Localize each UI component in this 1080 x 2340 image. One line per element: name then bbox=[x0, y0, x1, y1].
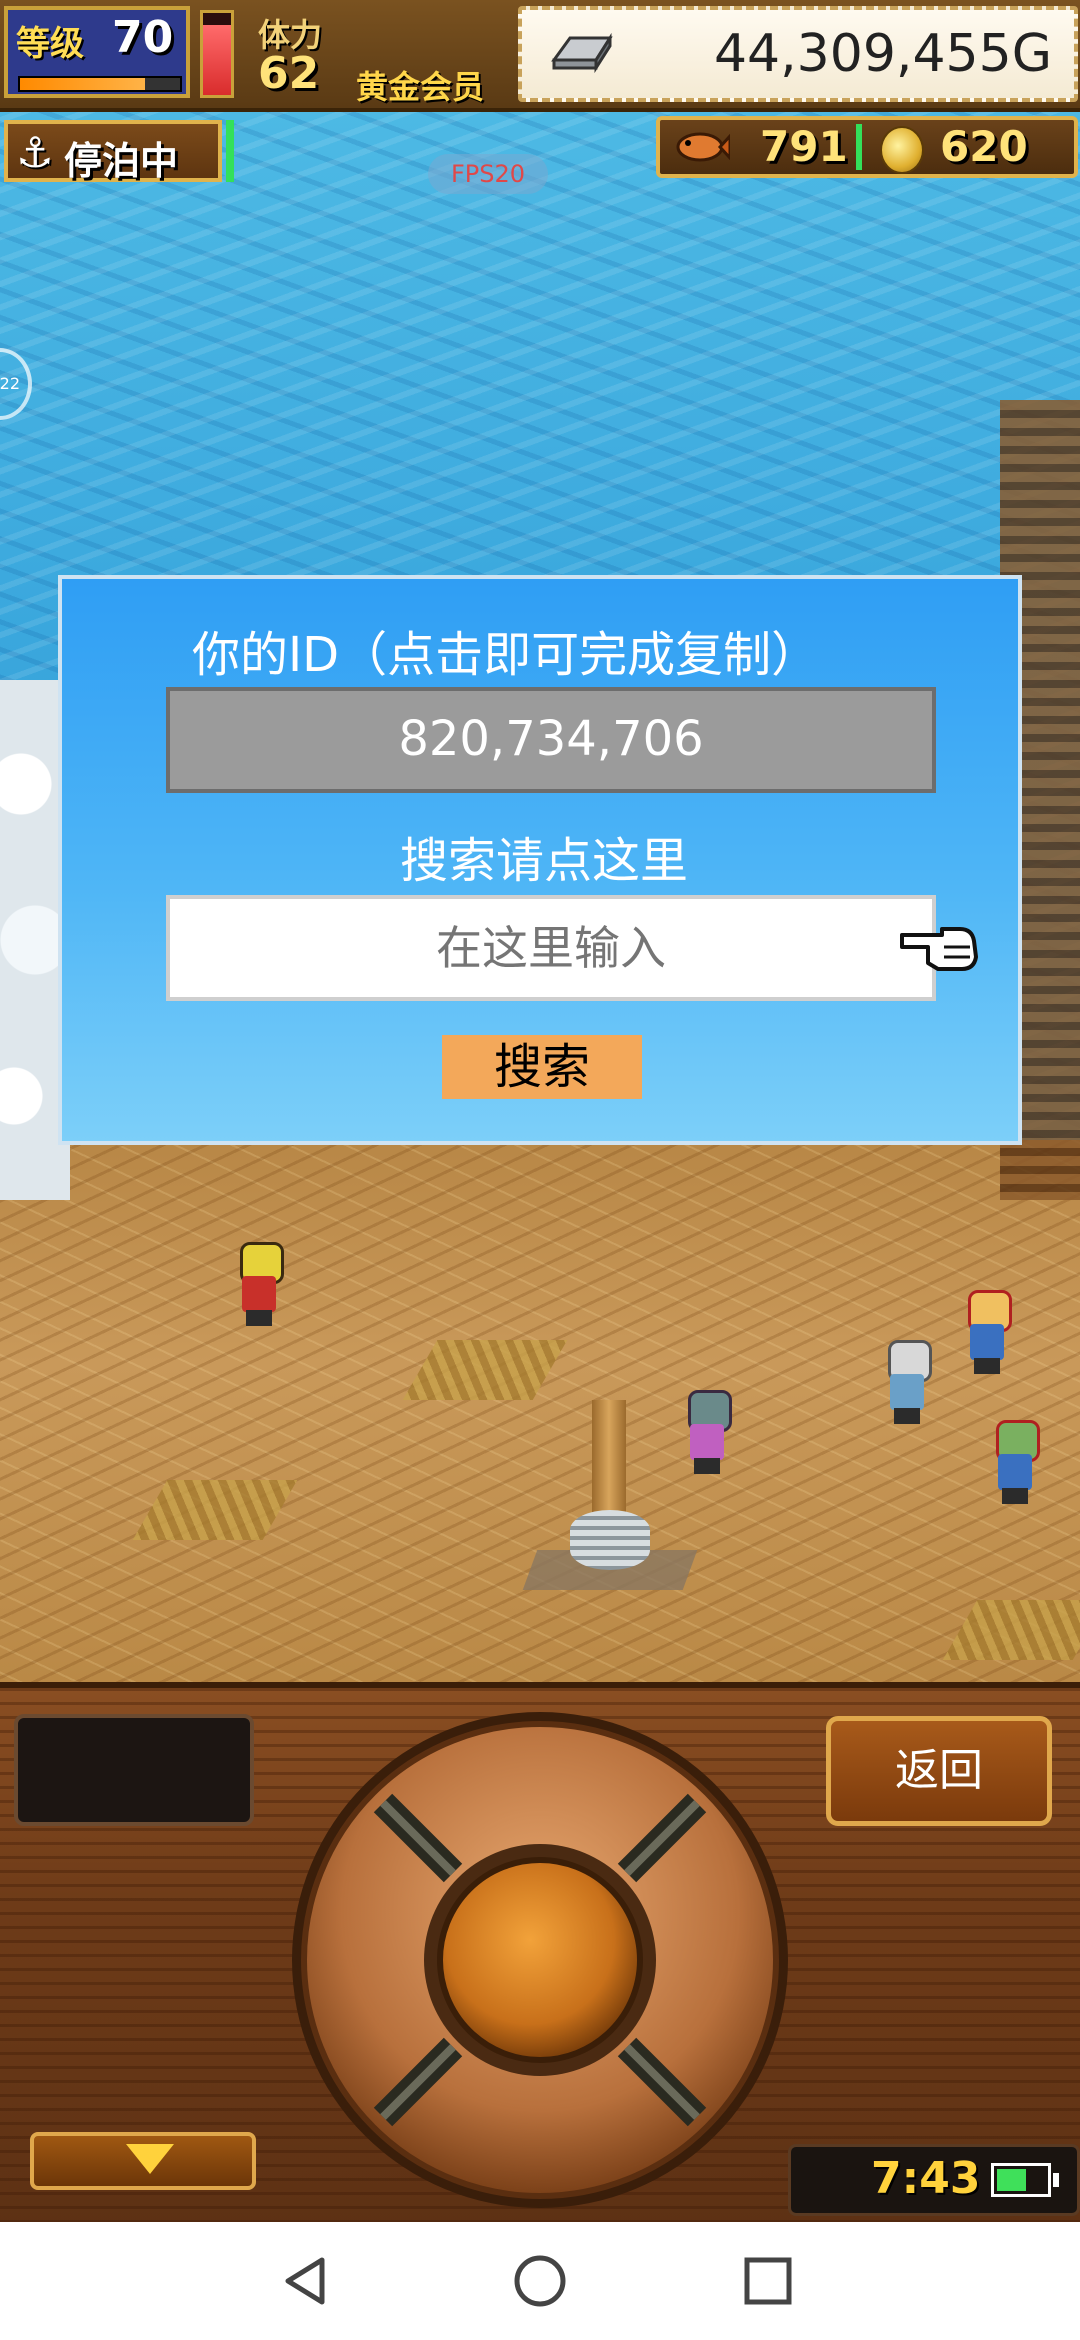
resource-bar: 791 620 bbox=[656, 116, 1078, 178]
crew-member[interactable] bbox=[232, 1242, 286, 1326]
crew-member[interactable] bbox=[988, 1420, 1042, 1504]
nav-recents-button[interactable] bbox=[733, 2246, 803, 2316]
experience-bar bbox=[18, 76, 182, 92]
player-id-copy-field[interactable]: 820,734,706 bbox=[166, 687, 936, 793]
nav-back-button[interactable] bbox=[272, 2246, 342, 2316]
stamina-panel: 体力 62 黄金会员 bbox=[244, 6, 514, 106]
search-button[interactable]: 搜索 bbox=[442, 1035, 642, 1099]
battery-icon bbox=[991, 2163, 1051, 2197]
life-ring-dpad[interactable] bbox=[288, 1708, 792, 2212]
battery-fill bbox=[997, 2169, 1026, 2191]
stamina-value: 62 bbox=[258, 48, 320, 99]
mooring-status[interactable]: ⚓ 停泊中 bbox=[4, 120, 222, 183]
id-title: 你的ID（点击即可完成复制） bbox=[192, 627, 820, 683]
menu-slot[interactable] bbox=[14, 1714, 254, 1826]
fish-icon bbox=[676, 132, 730, 162]
level-value: 70 bbox=[112, 12, 174, 63]
status-text: 停泊中 bbox=[64, 139, 179, 183]
search-title: 搜索请点这里 bbox=[399, 833, 688, 889]
ship-mast bbox=[522, 1400, 698, 1600]
level-label: 等级 bbox=[16, 24, 84, 64]
expand-menu-button[interactable] bbox=[30, 2132, 256, 2190]
gold-panel: 44,309,455G bbox=[518, 6, 1078, 102]
crew-member[interactable] bbox=[880, 1340, 934, 1424]
coin-amount: 620 bbox=[940, 122, 1028, 171]
system-nav-bar bbox=[0, 2222, 1080, 2340]
back-button[interactable]: 返回 bbox=[826, 1716, 1052, 1826]
resource-divider bbox=[856, 124, 862, 170]
nav-home-button[interactable] bbox=[505, 2246, 575, 2316]
stamina-gauge bbox=[200, 10, 234, 98]
crew-member[interactable] bbox=[680, 1390, 734, 1474]
top-hud: 等级 70 体力 62 黄金会员 44,309,455G bbox=[0, 0, 1080, 112]
status-indicator bbox=[226, 120, 234, 182]
coin-icon bbox=[880, 126, 924, 174]
control-panel: 返回 7:43 bbox=[0, 1682, 1080, 2228]
triangle-down-icon bbox=[126, 2144, 174, 2174]
clock-battery-panel: 7:43 bbox=[788, 2144, 1080, 2216]
pointing-hand-icon bbox=[900, 927, 978, 971]
level-badge: 等级 70 bbox=[4, 6, 190, 98]
member-badge: 黄金会员 bbox=[356, 68, 485, 106]
crew-member[interactable] bbox=[960, 1290, 1014, 1374]
stamina-fill bbox=[203, 25, 231, 95]
battery-tip bbox=[1053, 2173, 1059, 2187]
recents-square-icon bbox=[744, 2257, 792, 2305]
clock-time: 7:43 bbox=[871, 2153, 981, 2204]
id-search-dialog: 你的ID（点击即可完成复制） 820,734,706 搜索请点这里 搜索 bbox=[58, 575, 1022, 1145]
gold-amount: 44,309,455G bbox=[713, 24, 1052, 84]
search-input[interactable] bbox=[166, 895, 936, 1001]
food-amount: 791 bbox=[760, 122, 848, 171]
anchor-icon: ⚓ bbox=[16, 128, 54, 177]
experience-fill bbox=[20, 78, 145, 90]
gold-bar-icon bbox=[551, 32, 613, 74]
home-circle-icon bbox=[514, 2255, 566, 2307]
fps-counter: FPS20 bbox=[428, 154, 548, 194]
back-triangle-icon bbox=[285, 2257, 325, 2305]
